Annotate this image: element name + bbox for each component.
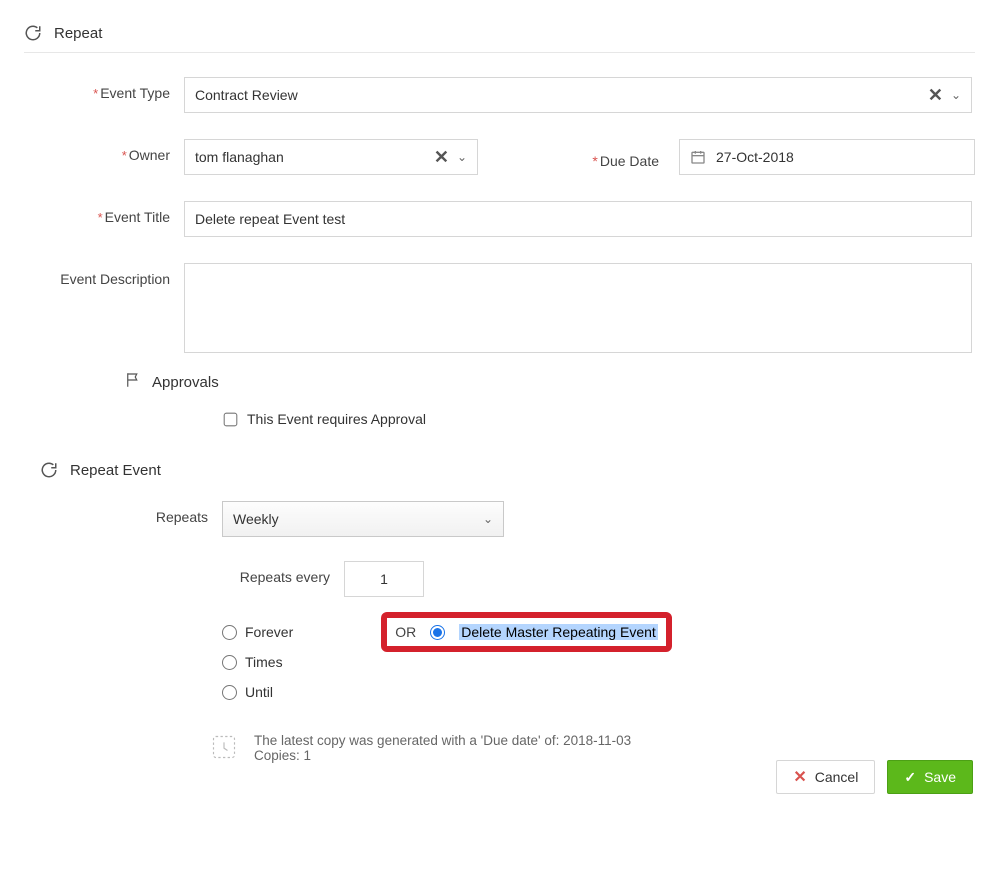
requires-approval-checkbox[interactable] [224,412,238,426]
event-description-textarea[interactable] [184,263,972,353]
clear-icon[interactable]: ✕ [430,147,453,168]
delete-master-block: OR Delete Master Repeating Event [381,612,672,652]
calendar-icon [690,149,706,165]
radio-row-until: Until [222,677,975,707]
divider [24,52,975,53]
radio-row-forever: Forever OR Delete Master Repeating Event [222,617,975,647]
label-due-date: *Due Date [592,145,659,169]
radio-forever[interactable] [222,625,237,640]
label-owner: *Owner [24,139,184,163]
section-header-repeat-event: Repeat Event [40,457,975,501]
row-event-description: Event Description [24,263,975,353]
chevron-down-icon[interactable]: ⌄ [453,150,467,164]
close-icon: ✕ [793,767,806,787]
row-event-title: *Event Title Delete repeat Event test [24,201,975,237]
clear-icon[interactable]: ✕ [924,85,947,106]
row-repeats-every: Repeats every 1 [154,561,975,597]
event-type-select[interactable]: Contract Review ✕ ⌄ [184,77,972,113]
requires-approval-label: This Event requires Approval [247,411,426,427]
repeats-select[interactable]: Weekly ⌄ [222,501,504,537]
flag-icon [124,371,142,393]
approval-checkbox-row: This Event requires Approval [224,411,975,427]
repeat-icon [24,24,42,42]
note-line1: The latest copy was generated with a 'Du… [254,733,631,748]
event-title-input[interactable]: Delete repeat Event test [184,201,972,237]
radio-times[interactable] [222,655,237,670]
radio-until[interactable] [222,685,237,700]
repeat-icon [40,461,58,479]
or-label: OR [395,624,416,640]
label-repeats: Repeats [24,501,222,525]
row-event-type: *Event Type Contract Review ✕ ⌄ [24,77,975,113]
delete-master-label: Delete Master Repeating Event [459,624,658,640]
check-icon: ✓ [904,769,916,786]
row-owner-duedate: *Owner tom flanaghan ✕ ⌄ *Due Date 27-Oc… [24,139,975,175]
label-event-description: Event Description [24,263,184,287]
repeats-every-input[interactable]: 1 [344,561,424,597]
action-bar: ✕ Cancel ✓ Save [24,760,975,794]
label-repeats-every: Repeats every [154,561,344,585]
section-header-repeat: Repeat [24,20,975,52]
chevron-down-icon[interactable]: ⌄ [479,512,493,526]
clock-icon [210,733,238,764]
label-event-title: *Event Title [24,201,184,225]
row-repeats: Repeats Weekly ⌄ [24,501,975,537]
approvals-header: Approvals [124,371,975,393]
save-button[interactable]: ✓ Save [887,760,973,794]
chevron-down-icon[interactable]: ⌄ [947,88,961,102]
label-event-type: *Event Type [24,77,184,101]
section-title: Repeat [54,25,102,42]
owner-select[interactable]: tom flanaghan ✕ ⌄ [184,139,478,175]
note-line2: Copies: 1 [254,748,631,763]
radio-delete-master[interactable] [430,625,445,640]
cancel-button[interactable]: ✕ Cancel [776,760,875,794]
repeat-end-options: Forever OR Delete Master Repeating Event… [222,617,975,707]
due-date-input[interactable]: 27-Oct-2018 [679,139,975,175]
